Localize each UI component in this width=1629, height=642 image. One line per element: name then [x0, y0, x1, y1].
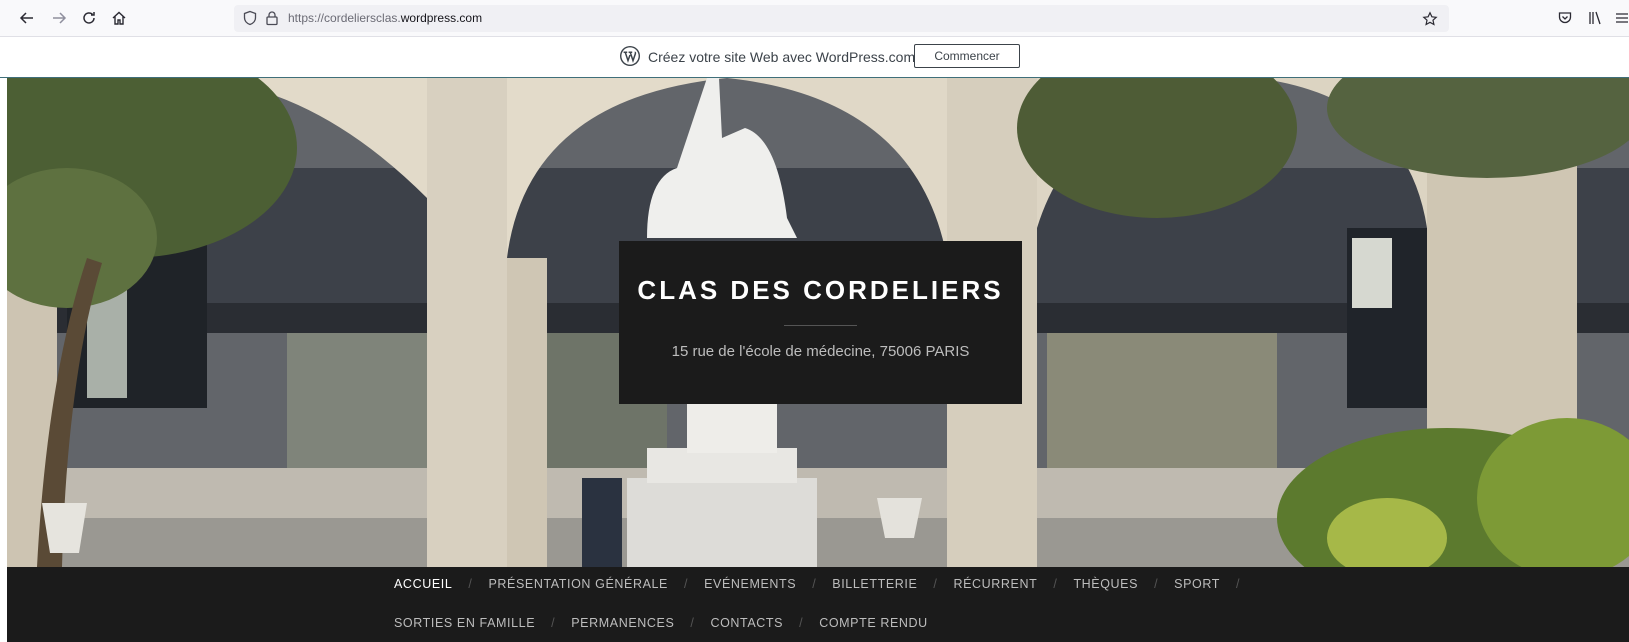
wordpress-logo-icon [620, 46, 640, 66]
site-title[interactable]: CLAS DES CORDELIERS [619, 275, 1022, 306]
reload-button[interactable] [77, 6, 101, 30]
wordpress-banner: Créez votre site Web avec WordPress.com … [0, 37, 1629, 78]
home-icon [112, 11, 126, 25]
menu-separator: / [684, 577, 689, 591]
back-button[interactable] [15, 6, 39, 30]
menu-separator: / [933, 577, 938, 591]
url-host: wordpress.com [400, 11, 483, 25]
menu-item-sorties-en-famille[interactable]: SORTIES EN FAMILLE [394, 616, 535, 630]
library-button[interactable] [1584, 7, 1606, 29]
menu-item-permanences[interactable]: PERMANENCES [571, 616, 674, 630]
hamburger-icon [1616, 13, 1628, 23]
menu-row-2: SORTIES EN FAMILLE / PERMANENCES / CONTA… [394, 616, 928, 630]
menu-separator: / [690, 616, 695, 630]
url-bar[interactable]: https://cordeliersclas.wordpress.com [234, 5, 1449, 32]
menu-item-accueil[interactable]: ACCUEIL [394, 577, 452, 591]
shield-icon[interactable] [242, 10, 258, 26]
menu-item-billetterie[interactable]: BILLETTERIE [832, 577, 917, 591]
menu-button[interactable] [1611, 7, 1629, 29]
menu-item-compte-rendu[interactable]: COMPTE RENDU [819, 616, 928, 630]
menu-item-contacts[interactable]: CONTACTS [710, 616, 783, 630]
library-icon [1589, 11, 1601, 25]
pocket-icon [1558, 12, 1572, 24]
lock-icon[interactable] [264, 10, 280, 26]
menu-separator: / [1154, 577, 1159, 591]
menu-item-sport[interactable]: SPORT [1174, 577, 1220, 591]
star-icon[interactable] [1422, 11, 1438, 27]
menu-separator: / [1235, 577, 1241, 591]
menu-separator: / [799, 616, 804, 630]
url-text[interactable]: https://cordeliersclas.wordpress.com [288, 11, 482, 25]
header-image: CLAS DES CORDELIERS 15 rue de l'école de… [7, 78, 1629, 567]
menu-separator: / [551, 616, 556, 630]
main-navigation: ACCUEIL / PRÉSENTATION GÉNÉRALE / EVÉNEM… [7, 567, 1629, 642]
menu-row-1: ACCUEIL / PRÉSENTATION GÉNÉRALE / EVÉNEM… [394, 577, 1256, 591]
site-branding-box: CLAS DES CORDELIERS 15 rue de l'école de… [619, 241, 1022, 404]
menu-item-theques[interactable]: THÈQUES [1073, 577, 1138, 591]
menu-separator: / [812, 577, 817, 591]
browser-toolbar: https://cordeliersclas.wordpress.com [0, 0, 1629, 37]
menu-item-presentation-generale[interactable]: PRÉSENTATION GÉNÉRALE [488, 577, 668, 591]
menu-separator: / [468, 577, 473, 591]
menu-item-evenements[interactable]: EVÉNEMENTS [704, 577, 796, 591]
menu-separator: / [1053, 577, 1058, 591]
wordpress-banner-text: Créez votre site Web avec WordPress.com [648, 49, 916, 65]
url-prefix: https:// [288, 11, 325, 25]
forward-button[interactable] [47, 6, 71, 30]
home-button[interactable] [107, 6, 131, 30]
pocket-button[interactable] [1554, 7, 1576, 29]
arrow-left-icon [19, 12, 33, 24]
site-description: 15 rue de l'école de médecine, 75006 PAR… [671, 343, 970, 360]
title-divider [784, 325, 857, 326]
menu-item-recurrent[interactable]: RÉCURRENT [953, 577, 1037, 591]
reload-icon [83, 12, 95, 24]
commencer-button[interactable]: Commencer [914, 44, 1020, 68]
arrow-right-icon [53, 12, 67, 24]
url-subdomain: cordeliersclas. [324, 11, 401, 25]
